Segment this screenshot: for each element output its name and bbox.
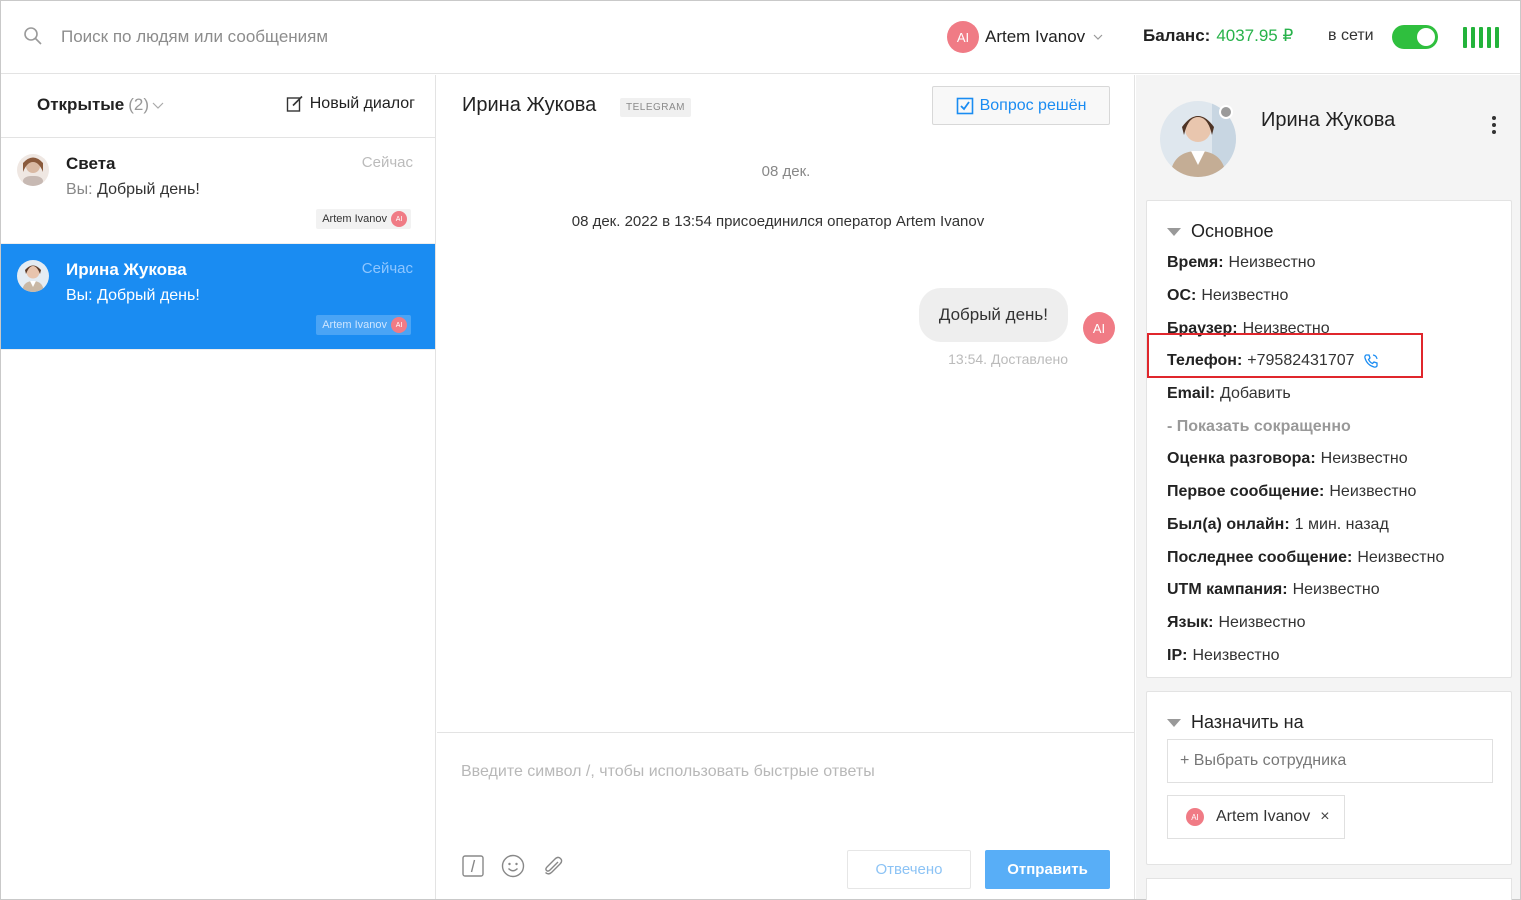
new-dialog-button[interactable]: Новый диалог: [286, 95, 415, 113]
chat-panel: Ирина Жукова TELEGRAM Вопрос решён 08 де…: [437, 75, 1135, 899]
top-bar: AI Artem Ivanov Баланс: 4037.95 ₽ в сети: [1, 1, 1520, 74]
info-row-time: Время: Неизвестно: [1167, 254, 1316, 272]
dialog-preview: Вы: Добрый день!: [66, 181, 200, 198]
dialog-item-active[interactable]: Ирина Жукова Сейчас Вы: Добрый день! Art…: [1, 244, 435, 350]
quick-replies-icon[interactable]: [461, 854, 485, 878]
avatar: AI: [1083, 312, 1115, 344]
info-row-last-online: Был(а) онлайн: 1 мин. назад: [1167, 515, 1389, 533]
profile-panel: Ирина Жукова Основное Время: Неизвестно О…: [1136, 75, 1520, 900]
dialog-time: Сейчас: [361, 260, 413, 277]
message-bubble: Добрый день!: [918, 288, 1068, 342]
info-rows: Время: Неизвестно ОС: Неизвестно Браузер: Н…: [1167, 247, 1444, 672]
show-less-toggle[interactable]: - Показать сокращенно: [1167, 410, 1444, 443]
profile-name: Ирина Жукова: [1261, 109, 1396, 131]
resolve-label: Вопрос решён: [979, 96, 1087, 114]
system-message: 08 дек. 2022 в 13:54 присоединился опера…: [571, 213, 985, 230]
new-dialog-label: Новый диалог: [309, 95, 415, 112]
chevron-down-icon: [152, 102, 164, 109]
balance: Баланс: 4037.95 ₽: [1143, 26, 1293, 46]
message-input[interactable]: [461, 757, 1111, 787]
dialogs-header: Открытые (2) Новый диалог: [1, 75, 435, 138]
presence-indicator: [1219, 105, 1233, 119]
main-section-title: Основное: [1191, 221, 1274, 241]
info-row-rating: Оценка разговора: Неизвестно: [1167, 450, 1408, 468]
answered-button[interactable]: Отвечено: [847, 850, 971, 889]
search-icon: [24, 27, 42, 45]
next-card: [1146, 878, 1512, 900]
resolve-button[interactable]: Вопрос решён: [932, 86, 1110, 125]
assignee-name: Artem Ivanov: [1216, 808, 1311, 825]
info-row-language: Язык: Неизвестно: [1167, 613, 1306, 631]
filter-count: (2): [128, 95, 150, 114]
checkbox-icon: [956, 97, 973, 114]
balance-value: 4037.95 ₽: [1216, 26, 1294, 45]
chevron-down-icon: [1093, 34, 1103, 40]
channel-tag: TELEGRAM: [620, 98, 692, 117]
dialogs-filter[interactable]: Открытые (2): [37, 95, 164, 115]
composer: Отвечено Отправить: [437, 732, 1135, 899]
avatar: AI: [1186, 808, 1204, 826]
info-row-last-message: Последнее сообщение: Неизвестно: [1167, 548, 1445, 566]
send-button[interactable]: Отправить: [985, 850, 1110, 889]
info-row-utm: UTM кампания: Неизвестно: [1167, 581, 1380, 599]
operator-badge: Artem Ivanov AI: [316, 209, 411, 229]
caret-down-icon: [1167, 227, 1181, 236]
operator-badge: Artem Ivanov AI: [316, 315, 411, 335]
assign-section-title: Назначить на: [1191, 712, 1304, 732]
info-row-phone: Телефон: +79582431707: [1167, 345, 1444, 378]
info-row-os: ОС: Неизвестно: [1167, 287, 1289, 305]
message-meta: 13:54. Доставлено: [948, 351, 1068, 367]
avatar: AI: [947, 21, 979, 53]
add-email-link[interactable]: Добавить: [1220, 385, 1291, 403]
info-row-browser: Браузер: Неизвестно: [1167, 319, 1330, 337]
phone-number: +79582431707: [1247, 352, 1355, 370]
assign-section-toggle[interactable]: Назначить на: [1167, 712, 1304, 733]
emoji-icon[interactable]: [501, 854, 525, 878]
info-row-ip: IP: Неизвестно: [1167, 646, 1280, 664]
main-info-card: Основное Время: Неизвестно ОС: Неизвестно …: [1146, 200, 1512, 678]
dialog-item[interactable]: Света Сейчас Вы: Добрый день! Artem Ivan…: [1, 138, 435, 244]
phone-call-icon[interactable]: [1363, 353, 1379, 369]
dialogs-panel: Открытые (2) Новый диалог Света Сейчас В…: [1, 75, 436, 899]
info-row-first-message: Первое сообщение: Неизвестно: [1167, 483, 1417, 501]
status-label: в сети: [1328, 27, 1374, 44]
assign-card: Назначить на AI Artem Ivanov ×: [1146, 691, 1512, 865]
dialog-name: Ирина Жукова: [66, 260, 187, 279]
info-row-email: Email: Добавить: [1167, 385, 1291, 403]
more-icon[interactable]: [1491, 115, 1497, 135]
caret-down-icon: [1167, 718, 1181, 727]
main-section-toggle[interactable]: Основное: [1167, 221, 1273, 242]
dialog-name: Света: [66, 154, 116, 173]
balance-label: Баланс:: [1143, 26, 1211, 45]
online-toggle[interactable]: [1392, 25, 1438, 49]
signal-icon: [1463, 27, 1499, 48]
chat-title: Ирина Жукова: [462, 94, 597, 116]
avatar: [17, 260, 49, 292]
dialog-time: Сейчас: [361, 154, 413, 171]
filter-label: Открытые: [37, 95, 125, 114]
assign-employee-input[interactable]: [1167, 739, 1493, 783]
attach-icon[interactable]: [541, 854, 565, 878]
user-menu[interactable]: AI Artem Ivanov: [947, 20, 1103, 54]
user-name: Artem Ivanov: [985, 27, 1086, 46]
search-input[interactable]: [61, 23, 581, 51]
dialog-preview: Вы: Добрый день!: [66, 287, 200, 304]
avatar: [17, 154, 49, 186]
edit-icon: [286, 95, 303, 112]
assignee-chip: AI Artem Ivanov ×: [1167, 795, 1345, 839]
date-separator: 08 дек.: [761, 163, 811, 180]
remove-assignee-icon[interactable]: ×: [1320, 808, 1329, 826]
